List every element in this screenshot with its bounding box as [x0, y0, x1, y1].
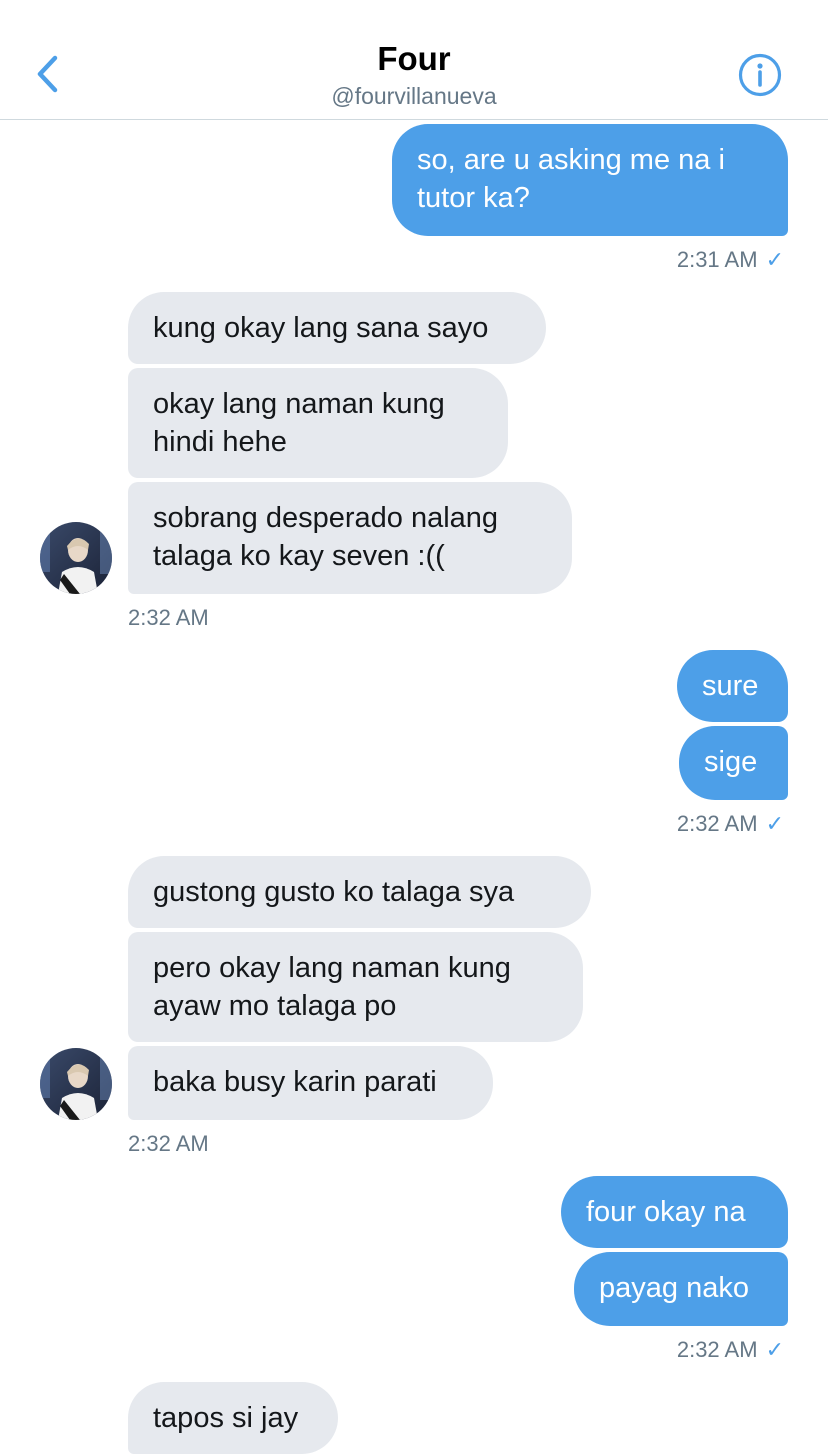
message-timestamp: 2:32 AM [128, 1131, 209, 1157]
message-timestamp: 2:31 AM ✓ [677, 247, 784, 273]
message-text: payag nako [599, 1272, 749, 1304]
message-text: hindi hehe [153, 426, 287, 458]
message-bubble-sent[interactable]: sure [677, 650, 788, 722]
message-text: tutor ka? [417, 182, 530, 214]
avatar-image [40, 1048, 112, 1120]
message-text: tapos si jay [153, 1402, 299, 1434]
message-bubble-received[interactable]: kung okay lang sana sayo [128, 292, 546, 364]
message-text: okay lang naman kung [153, 388, 445, 420]
message-timestamp: 2:32 AM ✓ [677, 1337, 784, 1363]
checkmark-icon: ✓ [765, 1337, 784, 1362]
info-button[interactable] [737, 52, 783, 98]
checkmark-icon: ✓ [765, 247, 784, 272]
timestamp-text: 2:31 AM [676, 247, 758, 272]
message-timestamp: 2:32 AM [128, 605, 209, 631]
message-text: talaga ko kay seven :(( [153, 540, 445, 572]
contact-handle[interactable]: @fourvillanueva [0, 83, 828, 110]
message-text: sure [702, 670, 759, 702]
message-bubble-sent[interactable]: four okay na [561, 1176, 788, 1248]
message-text: pero okay lang naman kung [153, 952, 511, 984]
avatar-image [40, 522, 112, 594]
message-text: four okay na [586, 1196, 746, 1228]
message-bubble-sent[interactable]: so, are u asking me na i tutor ka? [392, 124, 788, 236]
message-text: kung okay lang sana sayo [153, 312, 489, 344]
message-bubble-received[interactable]: pero okay lang naman kung ayaw mo talaga… [128, 932, 583, 1042]
message-text: gustong gusto ko talaga sya [153, 876, 515, 908]
message-bubble-received[interactable]: okay lang naman kung hindi hehe [128, 368, 508, 478]
message-text: so, are u asking me na i [417, 144, 725, 176]
message-bubble-received[interactable]: tapos si jay [128, 1382, 338, 1454]
timestamp-text: 2:32 AM [128, 605, 209, 630]
timestamp-text: 2:32 AM [676, 811, 758, 836]
avatar[interactable] [40, 1048, 112, 1120]
message-bubble-received[interactable]: gustong gusto ko talaga sya [128, 856, 591, 928]
conversation-header: Four @fourvillanueva [0, 0, 828, 120]
avatar[interactable] [40, 522, 112, 594]
contact-name[interactable]: Four [0, 40, 828, 78]
message-bubble-received[interactable]: baka busy karin parati [128, 1046, 493, 1120]
timestamp-text: 2:32 AM [128, 1131, 209, 1156]
timestamp-text: 2:32 AM [676, 1337, 758, 1362]
message-timestamp: 2:32 AM ✓ [677, 811, 784, 837]
message-text: sige [704, 746, 758, 778]
info-circle-icon [738, 53, 782, 97]
message-bubble-sent[interactable]: sige [679, 726, 788, 800]
checkmark-icon: ✓ [765, 811, 784, 836]
message-text: ayaw mo talaga po [153, 990, 397, 1022]
message-bubble-sent[interactable]: payag nako [574, 1252, 788, 1326]
message-text: sobrang desperado nalang [153, 502, 499, 534]
message-text: baka busy karin parati [153, 1066, 437, 1098]
message-bubble-received[interactable]: sobrang desperado nalang talaga ko kay s… [128, 482, 572, 594]
